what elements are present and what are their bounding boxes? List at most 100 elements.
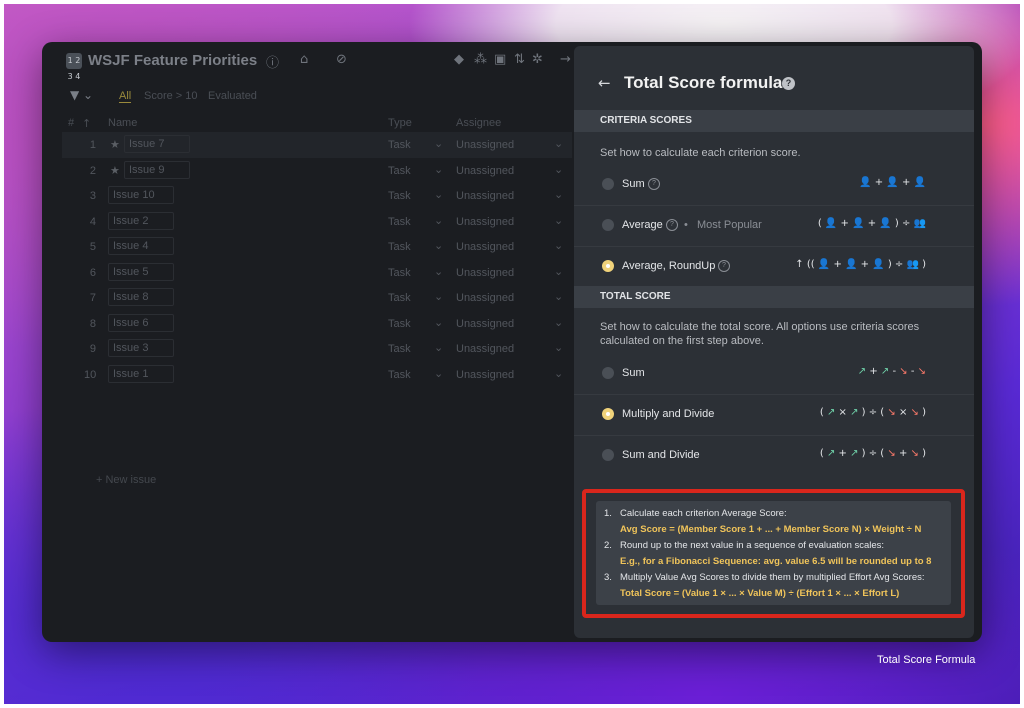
question-icon[interactable]: ? [718,260,730,272]
header-type[interactable]: Type [388,117,412,129]
issue-type[interactable]: Task [388,318,411,330]
chevron-down-icon[interactable]: ⌄ [434,163,443,176]
issue-type[interactable]: Task [388,165,411,177]
unlock-icon[interactable]: ⌂ [300,52,308,67]
issue-assignee[interactable]: Unassigned [456,292,514,304]
chevron-down-icon[interactable]: ⌄ [554,341,563,354]
issue-name[interactable]: Issue 3 [108,339,174,357]
chevron-down-icon[interactable]: ⌄ [434,239,443,252]
issue-assignee[interactable]: Unassigned [456,216,514,228]
radio-button-selected[interactable] [602,260,614,272]
issue-type[interactable]: Task [388,139,411,151]
radio-button[interactable] [602,219,614,231]
table-row[interactable]: 8 Issue 6 Task ⌄ Unassigned ⌄ [62,311,572,337]
issue-type[interactable]: Task [388,241,411,253]
new-issue-button[interactable]: + New issue [96,474,156,486]
chevron-down-icon[interactable]: ⌄ [554,290,563,303]
issue-name[interactable]: Issue 7 [124,135,190,153]
issue-type[interactable]: Task [388,369,411,381]
table-row[interactable]: 6 Issue 5 Task ⌄ Unassigned ⌄ [62,260,572,286]
issue-assignee[interactable]: Unassigned [456,165,514,177]
criteria-option-sum[interactable]: Sum ? 👤 + 👤 + 👤 [574,165,974,205]
chevron-down-icon[interactable]: ⌄ [554,265,563,278]
back-arrow-icon[interactable]: ← [598,74,611,92]
sort-icon[interactable]: ⇅ [514,52,525,67]
header-name[interactable]: Name [108,117,137,129]
issue-name[interactable]: Issue 2 [108,211,174,230]
chevron-down-icon[interactable]: ⌄ [434,341,443,354]
chevron-down-icon[interactable]: ⌄ [554,188,563,201]
table-row[interactable]: 1 ★ Issue 7 Task ⌄ Unassigned ⌄ [62,132,572,158]
settings-icon[interactable]: ✲ [532,52,543,67]
help-icon[interactable]: ? [782,77,795,90]
chevron-down-icon[interactable]: ⌄ [434,290,443,303]
chevron-down-icon[interactable]: ⌄ [434,214,443,227]
star-icon[interactable]: ★ [110,138,120,151]
chevron-down-icon[interactable]: ⌄ [434,316,443,329]
tab-evaluated[interactable]: Evaluated [208,90,257,102]
question-icon[interactable]: ? [666,219,678,231]
issue-name[interactable]: Issue 10 [108,186,174,204]
chevron-down-icon[interactable]: ⌄ [554,163,563,176]
chevron-down-icon[interactable]: ⌄ [434,188,443,201]
chevron-down-icon[interactable]: ⌄ [554,367,563,380]
issue-assignee[interactable]: Unassigned [456,139,514,151]
issue-assignee[interactable]: Unassigned [456,267,514,279]
issue-type[interactable]: Task [388,343,411,355]
tab-all[interactable]: All [119,90,132,103]
table-row[interactable]: 7 Issue 8 Task ⌄ Unassigned ⌄ [62,285,572,311]
criteria-option-average-roundup[interactable]: Average, RoundUp ? ↑ (( 👤 + 👤 + 👤 ) ÷ 👥 … [574,246,974,287]
sort-up-icon[interactable]: ↑ [82,117,91,130]
chevron-down-icon[interactable]: ⌄ [554,239,563,252]
table-row[interactable]: 2 ★ Issue 9 Task ⌄ Unassigned ⌄ [62,158,572,184]
issue-name[interactable]: Issue 9 [124,160,190,179]
issue-type[interactable]: Task [388,267,411,279]
chevron-down-icon[interactable]: ⌄ [434,265,443,278]
issue-name[interactable]: Issue 8 [108,288,174,306]
radio-button-selected[interactable] [602,408,614,420]
chevron-down-icon[interactable]: ⌄ [434,137,443,150]
info-icon[interactable]: ⓘ [266,52,279,71]
sum-formula: 👤 + 👤 + 👤 [859,177,926,188]
question-icon[interactable]: ? [648,178,660,190]
table-row[interactable]: 4 Issue 2 Task ⌄ Unassigned ⌄ [62,209,572,235]
total-option-multiply-divide[interactable]: Multiply and Divide ( ↗ × ↗ ) ÷ ( ↘ × ↘ … [574,394,974,435]
issue-type[interactable]: Task [388,190,411,202]
arrow-right-icon[interactable]: → [560,52,571,67]
table-row[interactable]: 3 Issue 10 Task ⌄ Unassigned ⌄ [62,183,572,209]
radio-button[interactable] [602,449,614,461]
tab-score-gt-10[interactable]: Score > 10 [144,90,198,102]
star-icon[interactable]: ★ [110,164,120,177]
chevron-down-icon[interactable]: ⌄ [554,214,563,227]
criteria-option-average[interactable]: Average ? • Most Popular ( 👤 + 👤 + 👤 ) ÷… [574,205,974,246]
issue-type[interactable]: Task [388,216,411,228]
radio-button[interactable] [602,367,614,379]
issue-name[interactable]: Issue 5 [108,262,174,281]
header-assignee[interactable]: Assignee [456,117,501,129]
card-icon[interactable]: ◆ [454,52,464,67]
issue-name[interactable]: Issue 6 [108,313,174,332]
issue-assignee[interactable]: Unassigned [456,241,514,253]
issue-assignee[interactable]: Unassigned [456,190,514,202]
chevron-down-icon[interactable]: ⌄ [554,316,563,329]
total-option-sum[interactable]: Sum ↗ + ↗ - ↘ - ↘ [574,354,974,394]
criteria-scores-heading: CRITERIA SCORES [574,110,974,132]
issue-type[interactable]: Task [388,292,411,304]
radio-button[interactable] [602,178,614,190]
board-icon[interactable]: ▣ [494,52,506,67]
total-option-sum-divide[interactable]: Sum and Divide ( ↗ + ↗ ) ÷ ( ↘ + ↘ ) [574,435,974,476]
table-row[interactable]: 9 Issue 3 Task ⌄ Unassigned ⌄ [62,336,572,362]
table-row[interactable]: 10 Issue 1 Task ⌄ Unassigned ⌄ [62,362,572,388]
filter-icon[interactable]: ▼ ⌄ [70,88,93,102]
cluster-icon[interactable]: ⁂ [474,52,487,67]
issue-name[interactable]: Issue 4 [108,237,174,255]
issue-assignee[interactable]: Unassigned [456,318,514,330]
chevron-down-icon[interactable]: ⌄ [434,367,443,380]
table-row[interactable]: 5 Issue 4 Task ⌄ Unassigned ⌄ [62,234,572,260]
issue-name[interactable]: Issue 1 [108,364,174,383]
issue-assignee[interactable]: Unassigned [456,369,514,381]
bell-off-icon[interactable]: ⊘ [336,52,347,67]
issue-assignee[interactable]: Unassigned [456,343,514,355]
chevron-down-icon[interactable]: ⌄ [554,137,563,150]
multiply-divide-formula: ( ↗ × ↗ ) ÷ ( ↘ × ↘ ) [819,407,926,418]
